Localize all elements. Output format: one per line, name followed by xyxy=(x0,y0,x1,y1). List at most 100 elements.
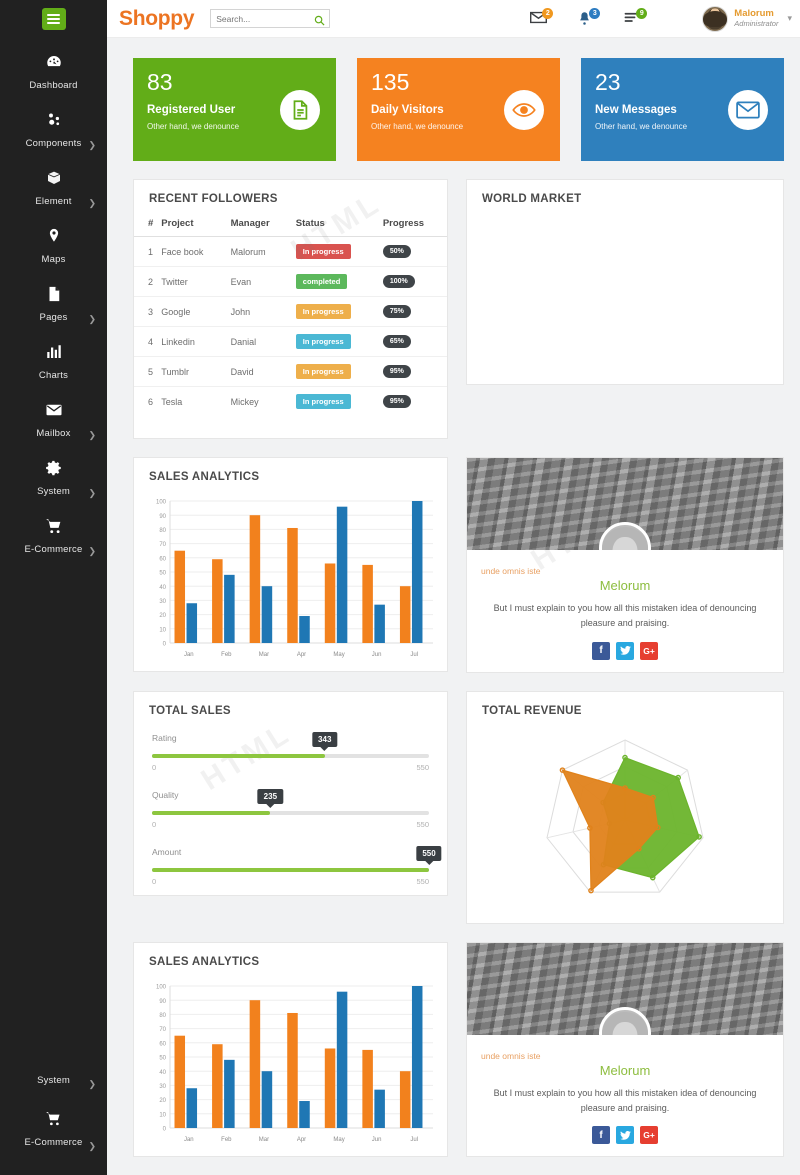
x-tick-label: Jan xyxy=(184,652,194,658)
row-status: In progress xyxy=(291,326,379,357)
sidebar-bottom-nav: System ❯ E-Commerce ❯ xyxy=(0,1060,107,1175)
topbar: Shoppy 2 xyxy=(107,0,800,38)
x-tick-label: Feb xyxy=(221,1137,232,1143)
document-icon xyxy=(280,89,320,130)
slider-quality[interactable]: Quality 235 0 550 xyxy=(152,788,429,829)
slider-amount[interactable]: Amount 550 0 550 xyxy=(152,845,442,886)
sidebar-item-maps[interactable]: Maps xyxy=(0,218,107,276)
sidebar-item-charts[interactable]: Charts xyxy=(0,334,107,392)
slider-min: 0 xyxy=(152,762,157,772)
profile-body: unde omnis iste Melorum But I must expla… xyxy=(467,550,783,672)
bar xyxy=(212,559,223,643)
row-analytics-profile-1: SALES ANALYTICS 0 10 20 30 40 50 60 70 80 90 100 Ja… xyxy=(133,457,784,673)
chevron-right-icon[interactable]: ❯ xyxy=(88,489,96,498)
followers-table: # Project Manager Status Progress 1 Face book… xyxy=(134,213,447,416)
sidebar-item-pages[interactable]: Pages ❯ xyxy=(0,276,107,334)
chevron-right-icon[interactable]: ❯ xyxy=(88,1142,96,1151)
google-plus-icon[interactable]: G+ xyxy=(640,641,658,660)
profile-cover-image xyxy=(467,942,783,1035)
sidebar-item-mailbox[interactable]: Mailbox ❯ xyxy=(0,392,107,450)
bar xyxy=(287,1012,298,1128)
sidebar-item-label: Dashboard xyxy=(29,80,78,91)
sidebar-item-dashboard[interactable]: Dashboard xyxy=(0,44,107,102)
table-row[interactable]: 3 Google John In progress 75% xyxy=(134,296,447,327)
user-role: Administrator xyxy=(734,18,779,28)
user-menu[interactable]: Malorum Administrator ▾ xyxy=(702,5,792,32)
row-manager: Mickey xyxy=(230,396,259,407)
alerts-notification[interactable]: 3 xyxy=(577,7,601,27)
progress-badge: 95% xyxy=(382,395,411,408)
stat-card-registered-user[interactable]: 83 Registered User Other hand, we denounce xyxy=(133,58,336,161)
sidebar-item-ecommerce[interactable]: E-Commerce ❯ xyxy=(0,508,107,566)
slider-max: 550 xyxy=(416,876,429,886)
search-input[interactable] xyxy=(211,10,330,27)
chevron-down-icon[interactable]: ▾ xyxy=(787,13,792,24)
messages-notification[interactable]: 2 xyxy=(530,7,554,27)
table-row[interactable]: 5 Tumblr David In progress 95% xyxy=(134,356,447,387)
slider-track[interactable]: 550 xyxy=(152,845,442,872)
profile-body: unde omnis iste Melorum But I must expla… xyxy=(467,1035,783,1157)
slider-track[interactable]: 235 xyxy=(152,788,429,815)
sidebar-bottom-item-ecommerce[interactable]: E-Commerce ❯ xyxy=(0,1099,107,1161)
chevron-right-icon[interactable]: ❯ xyxy=(88,547,96,556)
chevron-right-icon[interactable]: ❯ xyxy=(88,141,96,150)
svg-text:50: 50 xyxy=(159,1055,166,1061)
stat-card-daily-visitors[interactable]: 135 Daily Visitors Other hand, we denounce xyxy=(357,58,560,161)
sidebar-nav: Dashboard Components ❯ Element ❯ Maps Pages ❯ Ch… xyxy=(0,38,107,566)
sidebar-item-label: E-Commerce xyxy=(24,544,83,555)
slider-rating[interactable]: Rating 343 0 550 xyxy=(152,731,429,772)
twitter-icon[interactable] xyxy=(616,1126,634,1145)
table-row[interactable]: 4 Linkedin Danial In progress 65% xyxy=(134,326,447,357)
table-row[interactable]: 1 Face book Malorum In progress 50% xyxy=(134,236,447,267)
bar xyxy=(224,1059,235,1128)
brand-logo[interactable]: Shoppy xyxy=(119,7,195,31)
twitter-icon[interactable] xyxy=(616,641,634,660)
sidebar-item-components[interactable]: Components ❯ xyxy=(0,102,107,160)
svg-text:10: 10 xyxy=(159,627,166,633)
stat-cards: 83 Registered User Other hand, we denounce… xyxy=(133,58,784,161)
sales-sliders-1: Rating 343 0 550 Quality 235 0 550 Amoun… xyxy=(134,717,447,895)
bar xyxy=(174,1035,186,1128)
table-row[interactable]: 2 Twitter Evan completed 100% xyxy=(134,266,447,297)
status-badge: In progress xyxy=(295,334,351,349)
table-row[interactable]: 6 Tesla Mickey In progress 95% xyxy=(134,387,447,417)
facebook-icon[interactable]: f xyxy=(592,1126,610,1145)
panel-title: SALES ANALYTICS xyxy=(149,471,260,483)
bar xyxy=(324,1048,336,1128)
slider-track[interactable]: 343 xyxy=(152,731,429,758)
row-project: Tumblr xyxy=(157,356,227,387)
sales-bar-chart-1: 0 10 20 30 40 50 60 70 80 90 100 Jan Feb Mar Apr May Jun… xyxy=(144,493,439,663)
search-icon[interactable] xyxy=(314,13,325,31)
hamburger-icon[interactable] xyxy=(41,8,66,30)
bar xyxy=(224,574,235,643)
bar xyxy=(374,1089,385,1128)
sidebar-item-element[interactable]: Element ❯ xyxy=(0,160,107,218)
eye-icon xyxy=(504,89,544,130)
tasks-notification[interactable]: 9 xyxy=(624,7,648,27)
chevron-right-icon[interactable]: ❯ xyxy=(88,315,96,324)
sidebar-bottom-item-system[interactable]: System ❯ xyxy=(0,1060,107,1099)
chevron-right-icon[interactable]: ❯ xyxy=(88,1080,96,1089)
x-tick-label: Jul xyxy=(410,1137,418,1143)
search-box[interactable] xyxy=(210,9,331,31)
sidebar: Dashboard Components ❯ Element ❯ Maps Pages ❯ Ch… xyxy=(0,0,107,1175)
sidebar-item-system[interactable]: System ❯ xyxy=(0,450,107,508)
bar xyxy=(186,1087,198,1128)
google-plus-icon[interactable]: G+ xyxy=(640,1126,658,1145)
col-right-1: WORLD MARKET xyxy=(466,179,784,439)
facebook-icon[interactable]: f xyxy=(592,641,610,660)
slider-label: Rating xyxy=(152,732,177,743)
avatar xyxy=(702,5,729,32)
chevron-right-icon[interactable]: ❯ xyxy=(88,431,96,440)
slider-min: 0 xyxy=(152,876,157,886)
chevron-right-icon[interactable]: ❯ xyxy=(88,199,96,208)
table-padding xyxy=(134,416,447,438)
row-project: Twitter xyxy=(157,266,227,297)
slider-fill xyxy=(152,753,325,758)
row-status: In progress xyxy=(291,296,379,327)
bar xyxy=(299,1100,310,1128)
panel-title: RECENT FOLLOWERS xyxy=(149,193,278,205)
stat-card-new-messages[interactable]: 23 New Messages Other hand, we denounce xyxy=(581,58,784,161)
svg-text:0: 0 xyxy=(163,1126,167,1132)
svg-text:40: 40 xyxy=(159,1069,166,1075)
